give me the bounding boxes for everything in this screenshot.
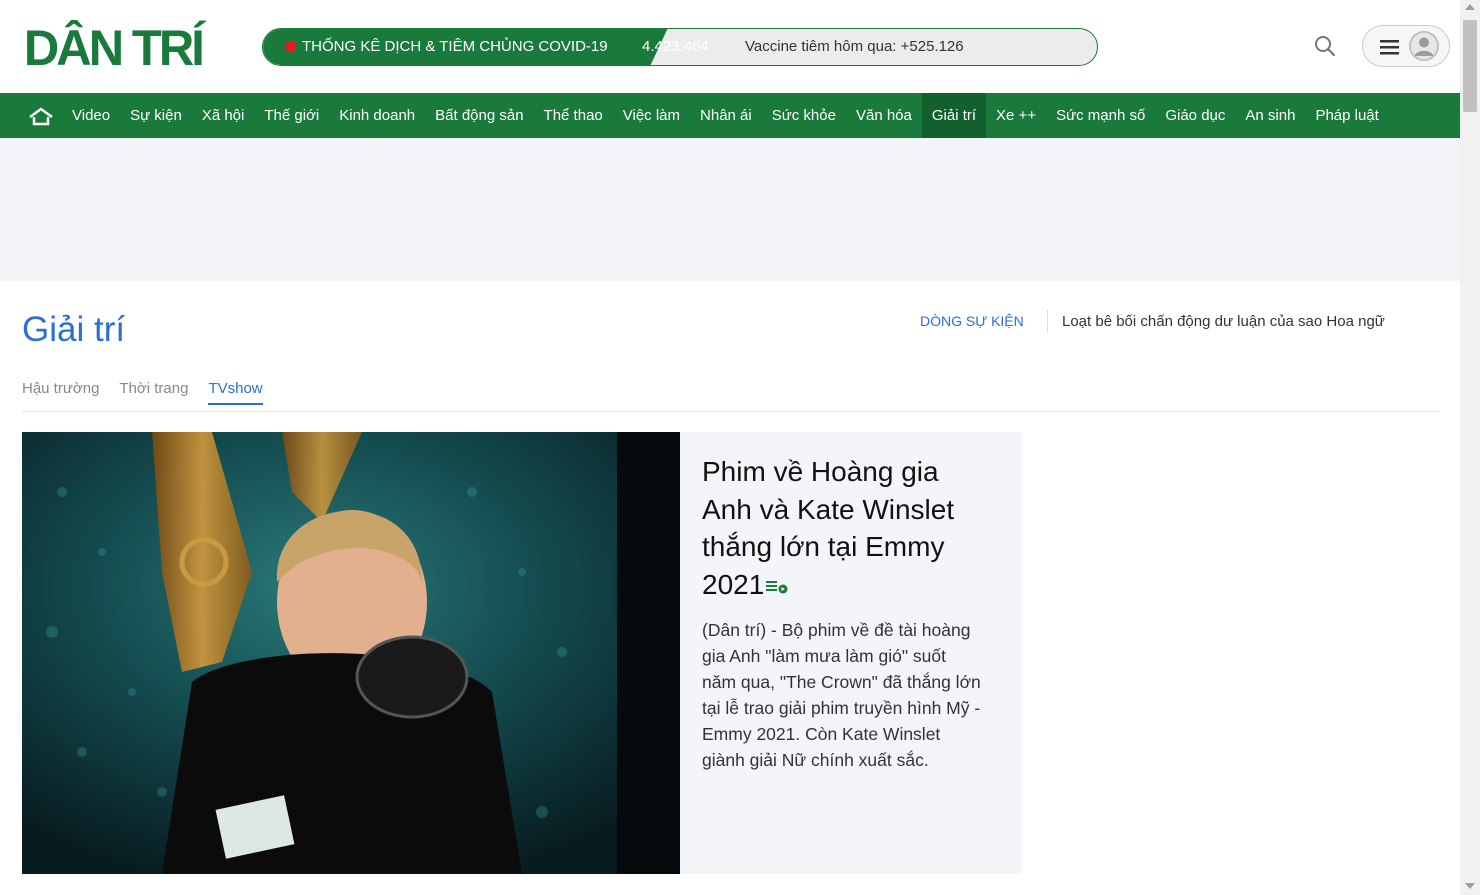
headline-line-last: 2021 — [702, 566, 1002, 604]
nav-item[interactable]: Kinh doanh — [329, 93, 425, 138]
nav-item[interactable]: Nhân ái — [690, 93, 762, 138]
headline-line: Anh và Kate Winslet — [702, 493, 955, 525]
subnav-item[interactable]: Hậu trường — [22, 380, 99, 405]
nav-item[interactable]: Văn hóa — [846, 93, 922, 138]
summary-line: (Dân trí) - Bộ phim về đề tài hoàng — [702, 620, 971, 640]
headline-line: thắng lớn tại Emmy — [702, 531, 945, 562]
user-avatar-icon[interactable] — [1409, 31, 1439, 61]
headline-line: Phim về Hoàng gia — [702, 456, 939, 487]
user-menu-button[interactable] — [1362, 25, 1450, 67]
summary-line: giành giải Nữ chính xuất sắc. — [702, 750, 929, 770]
nav-item[interactable]: Thế giới — [254, 93, 329, 138]
featured-article-summary: (Dân trí) - Bộ phim về đề tài hoàng gia … — [702, 617, 1004, 773]
summary-line: gia Anh "làm mưa làm gió" suốt — [702, 646, 946, 666]
site-logo[interactable]: DÂN TRÍ — [24, 23, 205, 73]
nav-item[interactable]: Pháp luật — [1305, 93, 1388, 138]
nav-item[interactable]: Bất động sản — [425, 93, 533, 138]
section-subnav: Hậu trường Thời trang TVshow — [22, 380, 263, 405]
section-title[interactable]: Giải trí — [22, 310, 125, 350]
scroll-up-arrow-icon[interactable] — [1465, 4, 1475, 10]
article-badge-icon — [764, 566, 790, 593]
subnav-item[interactable]: Thời trang — [119, 380, 188, 405]
nav-item[interactable]: Giải trí — [921, 93, 987, 138]
search-icon[interactable] — [1313, 34, 1337, 58]
main-nav: Video Sự kiện Xã hội Thế giới Kinh doanh Bất … — [0, 93, 1460, 138]
nav-item[interactable]: Sự kiện — [120, 93, 192, 138]
subnav-item[interactable]: TVshow — [208, 380, 263, 405]
event-stream-label[interactable]: DÒNG SỰ KIỆN — [920, 313, 1024, 329]
menu-icon[interactable] — [1379, 38, 1401, 56]
nav-item[interactable]: Sức mạnh số — [1046, 93, 1155, 138]
page-scrollbar[interactable] — [1460, 0, 1480, 895]
featured-article-image[interactable] — [22, 432, 680, 874]
event-stream-link[interactable]: Loạt bê bối chấn động dư luận của sao Ho… — [1062, 313, 1385, 330]
summary-line: năm qua, "The Crown" đã thắng lớn — [702, 672, 981, 692]
nav-item[interactable]: Việc làm — [613, 93, 690, 138]
home-icon[interactable] — [28, 106, 54, 126]
nav-item[interactable]: Video — [62, 93, 120, 138]
ad-banner-area — [0, 138, 1460, 281]
scrollbar-thumb[interactable] — [1463, 20, 1477, 112]
featured-article-headline[interactable]: Phim về Hoàng gia Anh và Kate Winslet th… — [702, 453, 1002, 603]
covid-case-count: 4.423.464 — [642, 38, 709, 55]
covid-stats-title[interactable]: THỐNG KÊ DỊCH & TIÊM CHỦNG COVID-19 — [302, 38, 608, 55]
scroll-down-arrow-icon[interactable] — [1465, 883, 1475, 889]
site-header: DÂN TRÍ THỐNG KÊ DỊCH & TIÊM CHỦNG COVID… — [0, 0, 1460, 93]
section-divider — [22, 411, 1440, 412]
nav-item[interactable]: Sức khỏe — [762, 93, 846, 138]
nav-item[interactable]: Thể thao — [534, 93, 613, 138]
nav-item[interactable]: An sinh — [1235, 93, 1305, 138]
event-divider — [1047, 310, 1048, 332]
summary-line: tại lễ trao giải phim truyền hình Mỹ - — [702, 698, 981, 718]
headline-line: 2021 — [702, 568, 765, 600]
summary-line: Emmy 2021. Còn Kate Winslet — [702, 724, 941, 744]
covid-vaccine-stat: Vaccine tiêm hôm qua: +525.126 — [745, 38, 964, 55]
covid-live-dot — [286, 42, 295, 51]
nav-item[interactable]: Xe ++ — [986, 93, 1046, 138]
nav-items: Video Sự kiện Xã hội Thế giới Kinh doanh Bất … — [62, 93, 1389, 138]
nav-item[interactable]: Giáo dục — [1155, 93, 1235, 138]
nav-item[interactable]: Xã hội — [192, 93, 255, 138]
